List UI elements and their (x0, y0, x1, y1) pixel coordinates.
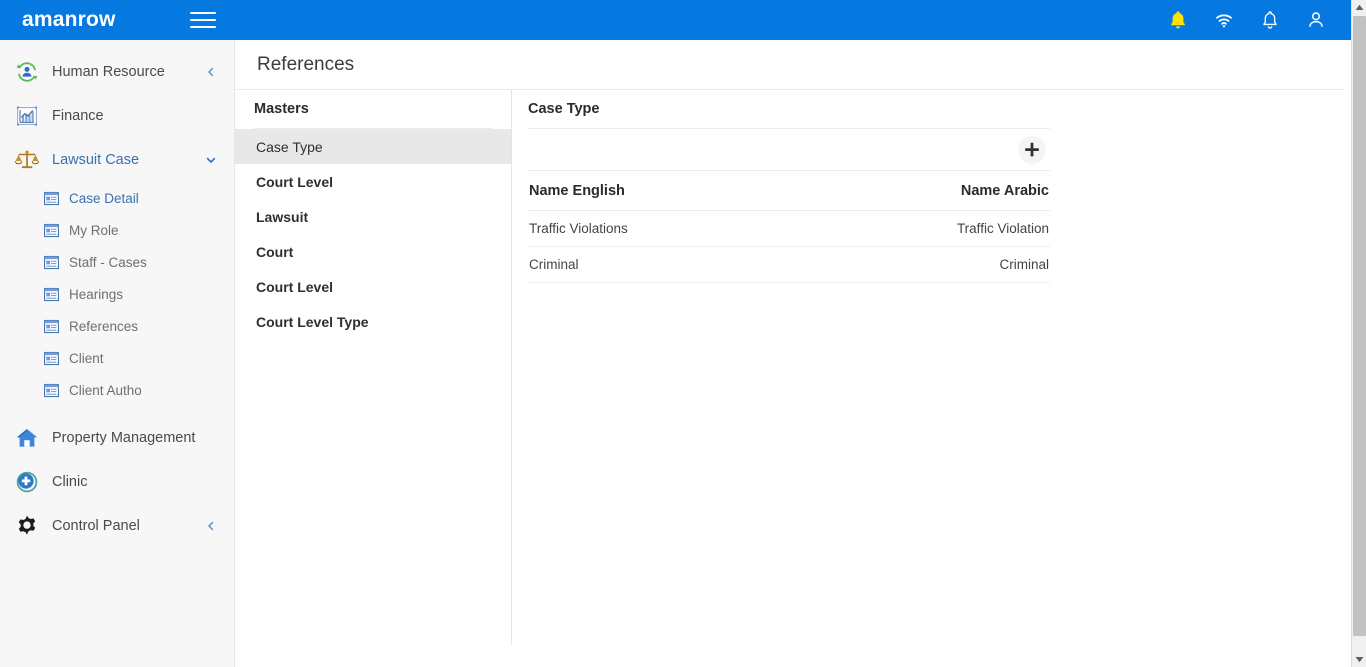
scales-icon (14, 147, 40, 173)
sidebar-item-finance[interactable]: Finance (0, 94, 234, 138)
scrollbar-thumb[interactable] (1353, 16, 1366, 636)
content-panel: Case Type Name English Name Arabic Traff… (512, 90, 1344, 645)
chevron-left-icon[interactable] (206, 521, 216, 531)
sidebar-item-property-management[interactable]: Property Management (0, 416, 234, 460)
sidebar-item-label: Control Panel (52, 518, 140, 534)
scroll-down-button[interactable] (1352, 652, 1366, 667)
top-bar-icons (1167, 8, 1327, 32)
chevron-down-icon[interactable] (206, 155, 216, 165)
sidebar-item-human-resource[interactable]: Human Resource (0, 50, 234, 94)
form-window-icon (44, 191, 59, 205)
sidebar: Human Resource Finance Lawsuit Case Case… (0, 40, 235, 667)
sidebar-subitem-case-detail[interactable]: Case Detail (0, 182, 234, 214)
cell-name-arabic: Traffic Violation (798, 210, 1050, 247)
app-logo: amanrow (22, 8, 116, 31)
master-item-court-level-type[interactable]: Court Level Type (235, 304, 511, 339)
sidebar-subitem-label: References (69, 318, 139, 334)
chart-icon (14, 103, 40, 129)
master-item-court[interactable]: Court (235, 234, 511, 269)
case-type-table: Name English Name Arabic Traffic Violati… (528, 171, 1050, 283)
app-root: amanrow Human Resource Finance Lawsuit C… (0, 0, 1366, 667)
chevron-up-icon (1355, 4, 1364, 10)
sidebar-subitem-label: Staff - Cases (69, 254, 147, 270)
cell-name-english: Traffic Violations (528, 210, 799, 247)
gear-icon (14, 513, 40, 539)
sidebar-item-lawsuit-case[interactable]: Lawsuit Case (0, 138, 234, 182)
home-icon (14, 425, 40, 451)
masters-panel-title: Masters (254, 90, 492, 129)
table-row[interactable]: Traffic Violations Traffic Violation (528, 210, 1050, 247)
chevron-down-icon (1355, 657, 1364, 663)
user-refresh-icon (14, 59, 40, 85)
sidebar-item-label: Human Resource (52, 64, 165, 80)
cell-name-arabic: Criminal (798, 246, 1050, 283)
sidebar-item-clinic[interactable]: Clinic (0, 460, 234, 504)
top-app-bar: amanrow (0, 0, 1351, 40)
hamburger-icon[interactable] (189, 9, 216, 31)
chevron-left-icon[interactable] (206, 67, 216, 77)
sidebar-submenu-lawsuit-case: Case Detail My Role Staff - Cases Hearin… (0, 182, 234, 406)
master-item-court-level[interactable]: Court Level (235, 164, 511, 199)
form-window-icon (44, 255, 59, 269)
sidebar-subitem-label: My Role (69, 222, 119, 238)
master-item-case-type[interactable]: Case Type (235, 129, 511, 164)
form-window-icon (44, 287, 59, 301)
sidebar-subitem-label: Case Detail (69, 190, 139, 206)
form-window-icon (44, 351, 59, 365)
alert-bell-icon[interactable] (1167, 8, 1189, 32)
sidebar-subitem-my-role[interactable]: My Role (0, 214, 234, 246)
sidebar-item-label: Finance (52, 108, 104, 124)
scroll-up-button[interactable] (1352, 0, 1366, 15)
wifi-icon[interactable] (1213, 8, 1235, 32)
table-row[interactable]: Criminal Criminal (528, 246, 1050, 283)
notification-bell-icon[interactable] (1259, 8, 1281, 32)
sidebar-item-label: Lawsuit Case (52, 152, 140, 168)
content-toolbar (528, 129, 1050, 171)
page-header: References (235, 40, 1344, 90)
sidebar-item-label: Clinic (52, 474, 88, 490)
page-title: References (257, 53, 355, 75)
page-scrollbar[interactable] (1351, 0, 1366, 667)
add-icon (1025, 142, 1039, 156)
sidebar-subitem-references[interactable]: References (0, 310, 234, 342)
hamburger-line (189, 12, 216, 14)
sidebar-subitem-label: Client Autho (69, 382, 142, 398)
sidebar-subitem-hearings[interactable]: Hearings (0, 278, 234, 310)
form-window-icon (44, 383, 59, 397)
add-button[interactable] (1018, 135, 1046, 164)
sidebar-subitem-label: Hearings (69, 286, 124, 302)
hamburger-line (189, 19, 216, 21)
content-title: Case Type (528, 90, 1050, 129)
sidebar-subitem-staff-cases[interactable]: Staff - Cases (0, 246, 234, 278)
medical-cross-icon (14, 469, 40, 495)
sidebar-subitem-label: Client (69, 350, 104, 366)
masters-panel: Masters Case Type Court Level Lawsuit Co… (235, 90, 512, 645)
sidebar-subitem-client[interactable]: Client (0, 342, 234, 374)
cell-name-english: Criminal (528, 246, 799, 283)
column-header-name-arabic: Name Arabic (798, 171, 1050, 211)
column-header-name-english: Name English (528, 171, 799, 211)
user-account-icon[interactable] (1305, 8, 1327, 32)
master-item-court-level-2[interactable]: Court Level (235, 269, 511, 304)
form-window-icon (44, 319, 59, 333)
hamburger-line (189, 26, 216, 28)
table-header-row: Name English Name Arabic (528, 171, 1050, 211)
master-item-lawsuit[interactable]: Lawsuit (235, 199, 511, 234)
sidebar-item-label: Property Management (52, 430, 196, 446)
sidebar-subitem-client-autho[interactable]: Client Autho (0, 374, 234, 406)
form-window-icon (44, 223, 59, 237)
sidebar-item-control-panel[interactable]: Control Panel (0, 504, 234, 548)
